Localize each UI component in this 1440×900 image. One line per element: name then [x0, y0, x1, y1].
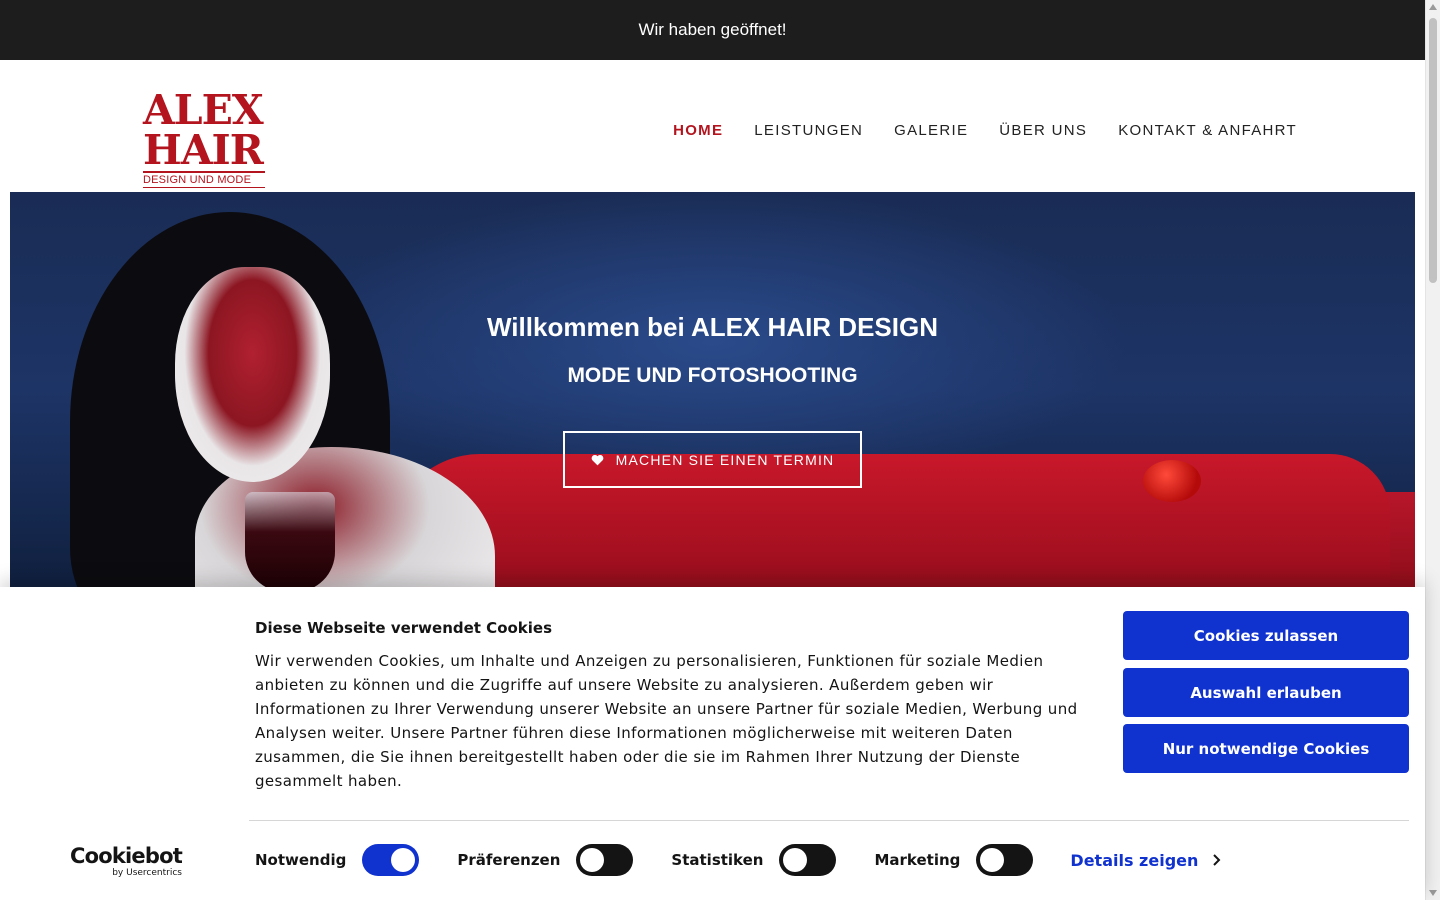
heart-icon: [591, 454, 603, 465]
announcement-bar: Wir haben geöffnet!: [0, 0, 1425, 60]
hero-banner: Willkommen bei ALEX HAIR DESIGN MODE UND…: [10, 192, 1415, 587]
cookiebot-byline: by Usercentrics: [112, 868, 182, 878]
nav-item-home[interactable]: HOME: [673, 122, 723, 139]
switch-knob: [783, 848, 808, 872]
chevron-right-icon: [1213, 854, 1221, 866]
toggle-notwendig: Notwendig: [255, 844, 420, 876]
switch-knob: [391, 848, 416, 872]
appointment-button[interactable]: MACHEN SIE EINEN TERMIN: [563, 431, 862, 488]
scrollbar-thumb[interactable]: [1429, 18, 1437, 283]
cookiebot-logo[interactable]: Cookiebot by Usercentrics: [70, 844, 183, 878]
cookie-category-toggles: Notwendig Präferenzen Statistiken Market…: [255, 844, 1221, 876]
show-details-link[interactable]: Details zeigen: [1070, 851, 1221, 870]
hero-subtitle: MODE UND FOTOSHOOTING: [567, 364, 858, 387]
logo-line-alex: ALEX: [143, 86, 264, 134]
nav-item-kontakt[interactable]: KONTAKT & ANFAHRT: [1118, 122, 1297, 139]
scroll-down-icon[interactable]: [1429, 890, 1437, 896]
switch-statistiken[interactable]: [779, 844, 837, 876]
switch-marketing[interactable]: [976, 844, 1034, 876]
nav-item-leistungen[interactable]: LEISTUNGEN: [754, 122, 863, 139]
hero-content: Willkommen bei ALEX HAIR DESIGN MODE UND…: [10, 192, 1415, 587]
site-header: ALEX HAIR DESIGN UND MODE HOME LEISTUNGE…: [0, 60, 1425, 192]
switch-knob: [980, 848, 1005, 872]
necessary-cookies-only-button[interactable]: Nur notwendige Cookies: [1123, 724, 1409, 773]
announcement-text: Wir haben geöffnet!: [638, 20, 787, 39]
cookie-divider: [249, 820, 1409, 821]
logo-line-hair: HAIR: [143, 126, 264, 174]
scroll-up-icon[interactable]: [1429, 4, 1437, 10]
page-scrollbar[interactable]: [1425, 0, 1440, 900]
main-nav: HOME LEISTUNGEN GALERIE ÜBER UNS KONTAKT…: [673, 122, 1297, 139]
cookiebot-name: Cookiebot: [70, 844, 183, 868]
nav-item-galerie[interactable]: GALERIE: [894, 122, 968, 139]
show-details-label: Details zeigen: [1070, 850, 1199, 870]
logo-tagline: DESIGN UND MODE: [143, 171, 265, 188]
appointment-button-label: MACHEN SIE EINEN TERMIN: [615, 451, 835, 468]
toggle-label-statistiken: Statistiken: [671, 851, 764, 869]
site-logo[interactable]: ALEX HAIR DESIGN UND MODE: [143, 86, 265, 188]
cookie-description: Wir verwenden Cookies, um Inhalte und An…: [255, 652, 1078, 790]
allow-selection-button[interactable]: Auswahl erlauben: [1123, 668, 1409, 717]
toggle-marketing: Marketing: [874, 844, 1034, 876]
toggle-label-marketing: Marketing: [874, 851, 961, 869]
switch-notwendig[interactable]: [362, 844, 420, 876]
toggle-statistiken: Statistiken: [671, 844, 837, 876]
cookie-title: Diese Webseite verwendet Cookies: [255, 619, 553, 637]
toggle-label-notwendig: Notwendig: [255, 851, 347, 869]
switch-knob: [580, 848, 605, 872]
hero-title: Willkommen bei ALEX HAIR DESIGN: [487, 312, 938, 342]
cookie-consent-banner: Diese Webseite verwendet Cookies Wir ver…: [0, 587, 1425, 900]
toggle-label-praeferenzen: Präferenzen: [457, 851, 561, 869]
switch-praeferenzen[interactable]: [576, 844, 634, 876]
nav-item-ueber-uns[interactable]: ÜBER UNS: [999, 122, 1087, 139]
toggle-praeferenzen: Präferenzen: [457, 844, 634, 876]
allow-all-cookies-button[interactable]: Cookies zulassen: [1123, 611, 1409, 660]
